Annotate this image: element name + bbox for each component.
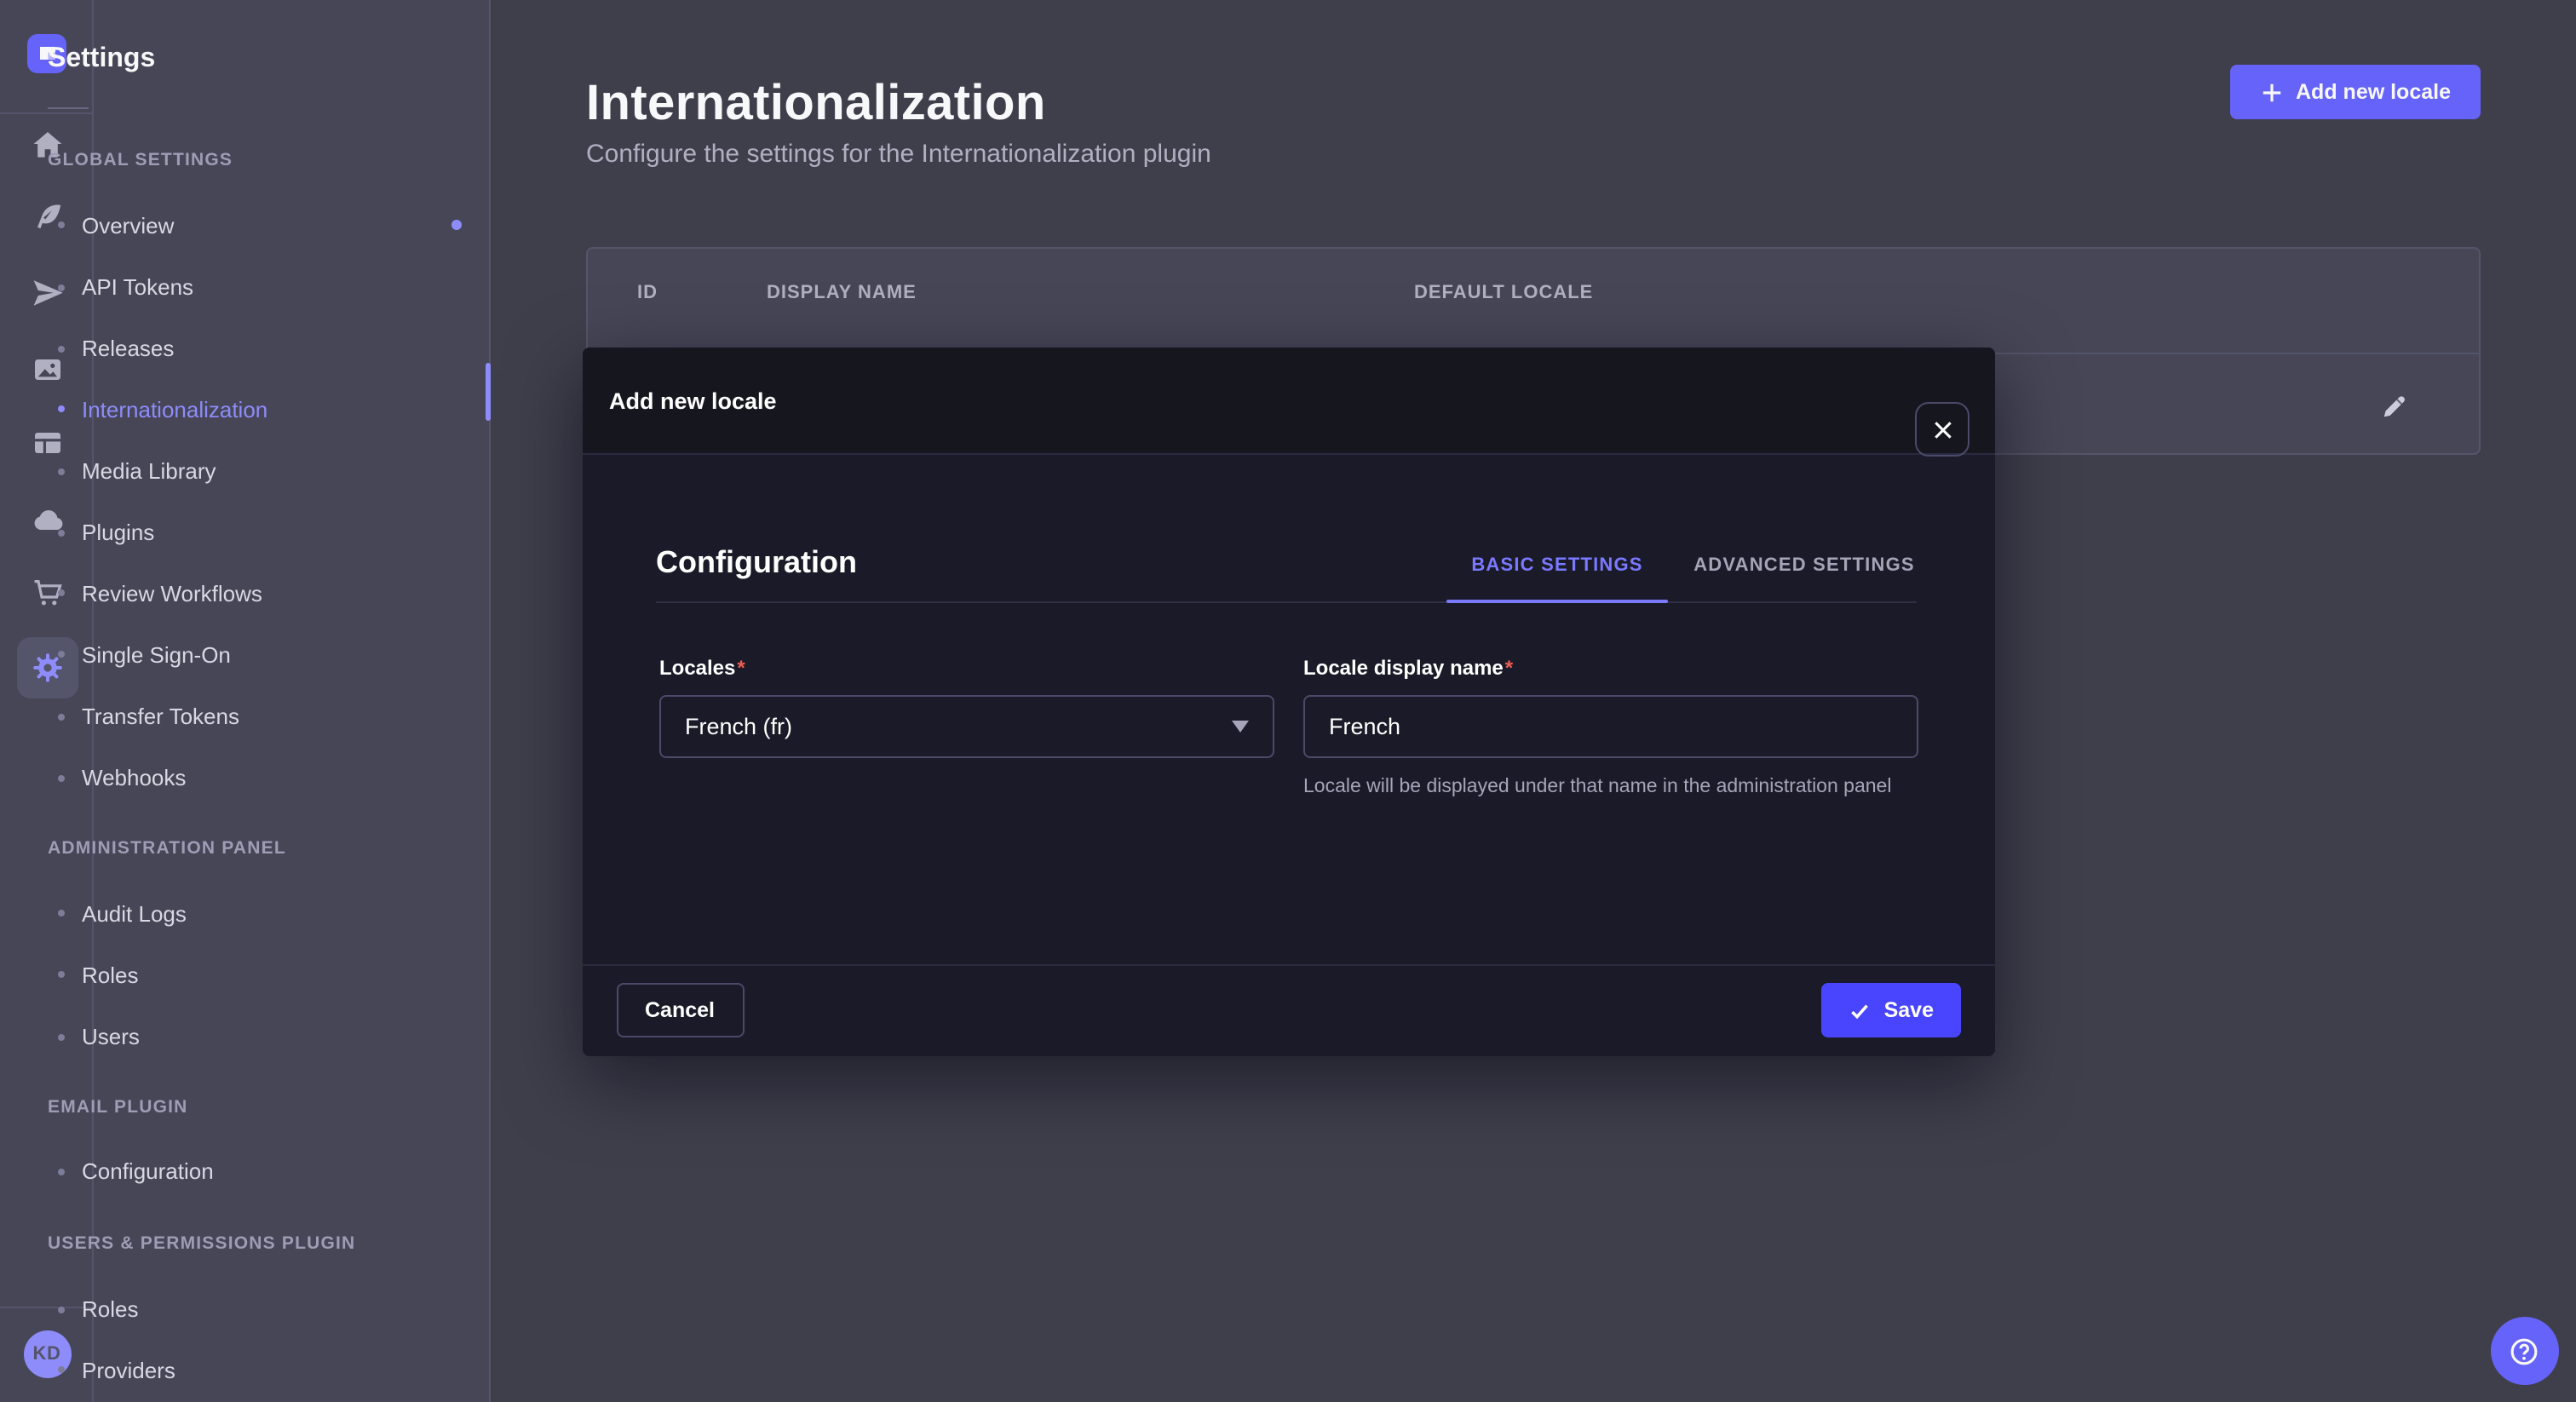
tab-advanced-settings[interactable]: ADVANCED SETTINGS (1690, 550, 1918, 581)
save-button[interactable]: Save (1821, 983, 1961, 1037)
tab-basic-settings[interactable]: BASIC SETTINGS (1446, 550, 1668, 581)
locales-label: Locales* (659, 656, 745, 680)
strapi-admin: KD Settings GLOBAL SETTINGS Overview API… (0, 0, 2576, 1402)
add-locale-modal: Add new locale Configuration BASIC SETTI… (582, 348, 1995, 1056)
close-icon (1931, 418, 1953, 440)
locale-display-name-field (1303, 695, 1918, 758)
modal-footer (582, 964, 1995, 1056)
locales-select[interactable]: French (fr) (659, 695, 1274, 758)
tabs-divider (656, 601, 1917, 603)
modal-title: Add new locale (609, 388, 777, 414)
required-asterisk: * (1504, 656, 1513, 680)
modal-header (582, 348, 1995, 455)
configuration-heading: Configuration (656, 545, 857, 581)
chevron-down-icon (1232, 721, 1249, 733)
check-icon (1849, 999, 1871, 1021)
locale-display-name-input[interactable] (1329, 697, 1893, 756)
display-name-hint: Locale will be displayed under that name… (1303, 773, 1930, 802)
modal-close-button[interactable] (1915, 402, 1969, 457)
active-tab-underline (1446, 599, 1668, 603)
cancel-button[interactable]: Cancel (616, 983, 744, 1037)
locale-display-name-label: Locale display name* (1303, 656, 1513, 680)
required-asterisk: * (735, 656, 745, 680)
